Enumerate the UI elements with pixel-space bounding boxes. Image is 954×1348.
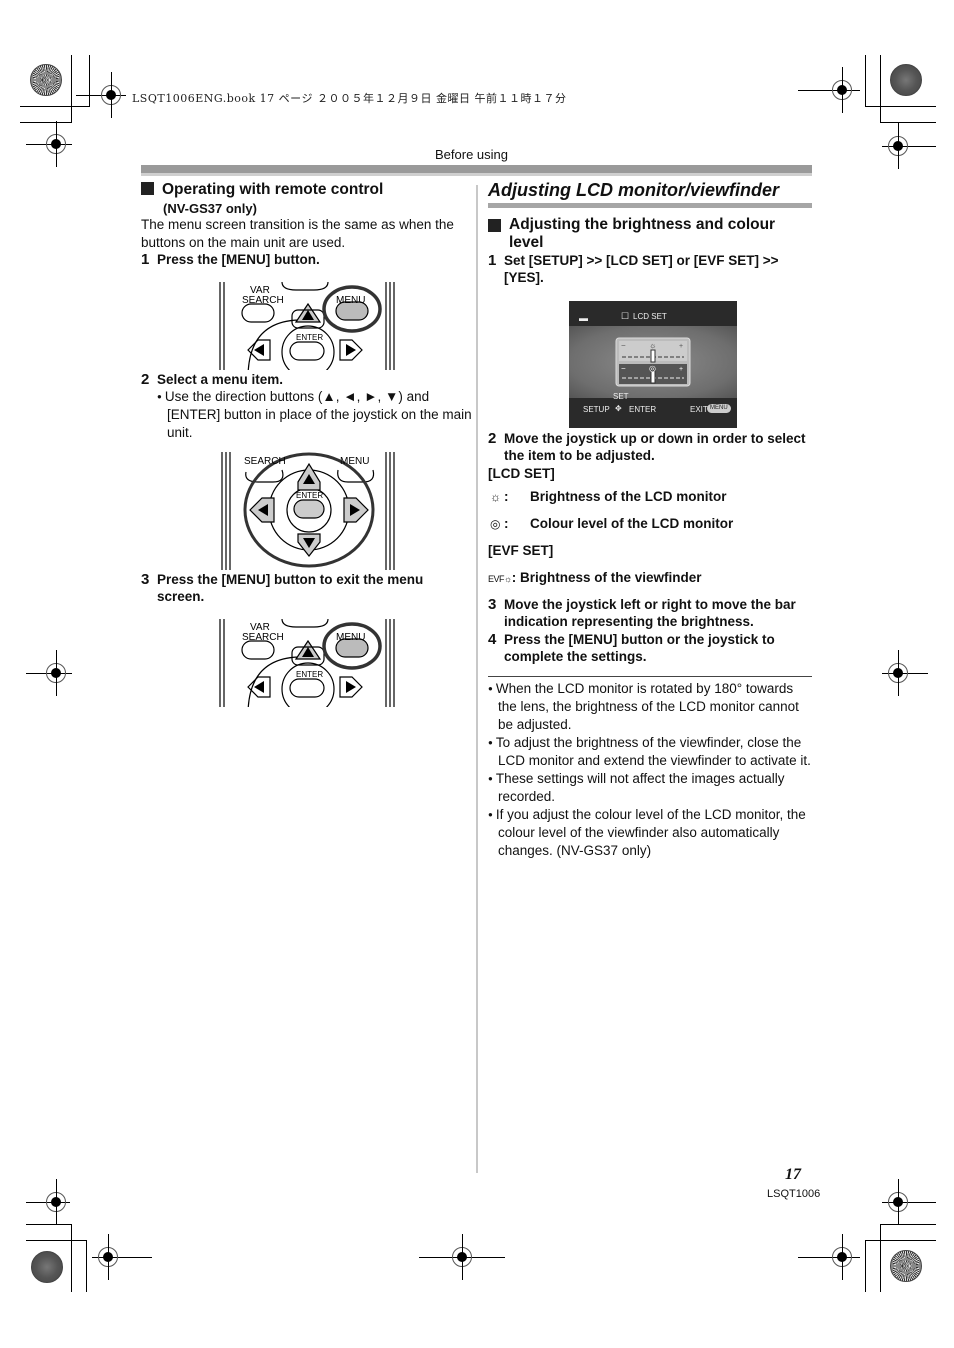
svg-text:MENU: MENU: [340, 456, 369, 467]
search-label: SEARCH: [242, 295, 284, 306]
note-item: If you adjust the colour level of the LC…: [488, 806, 812, 860]
lcd-set-label: SET: [613, 392, 629, 401]
step-1: 1 Press the [MENU] button.: [141, 251, 320, 268]
page-title: Adjusting LCD monitor/viewfinder: [488, 180, 779, 200]
step-2: 2 Move the joystick up or down in order t…: [488, 430, 806, 463]
svg-text:◎: ◎: [649, 364, 656, 373]
registration-mark: [888, 1179, 908, 1225]
joystick-icon: ✥: [615, 404, 622, 413]
lcd-set-item-colour: ◎: Colour level of the LCD monitor: [490, 516, 734, 531]
print-header: LSQT1006ENG.book 17 ページ ２００５年１２月９日 金曜日 午…: [132, 92, 567, 105]
lcd-set-screen: ▬ ☐ LCD SET − + ☼ − + ◎ SET SETUP ✥ ENTE…: [569, 301, 737, 428]
section-square-icon: [141, 182, 154, 195]
intro-text: The menu screen transition is the same a…: [141, 217, 454, 250]
header-bar-accent: [141, 173, 812, 176]
lcd-screen-title: LCD SET: [633, 312, 667, 321]
brightness-slider-thumb: [650, 349, 656, 363]
enter-label: ENTER: [296, 333, 323, 342]
notes-divider: [488, 676, 812, 677]
camera-mode-icon: ▬: [579, 313, 588, 323]
note-item: These settings will not affect the image…: [488, 770, 812, 806]
svg-text:SEARCH: SEARCH: [242, 632, 284, 643]
color-wheel-mark: [890, 64, 922, 96]
column-divider: [476, 185, 478, 1173]
page-number: 17: [785, 1166, 801, 1183]
lcd-set-heading: [LCD SET]: [488, 466, 555, 481]
registration-mark: [46, 650, 66, 696]
registration-mark: [832, 1234, 852, 1280]
note-item: To adjust the brightness of the viewfind…: [488, 734, 812, 770]
document-code: LSQT1006: [767, 1188, 821, 1200]
svg-text:SEARCH: SEARCH: [244, 456, 286, 467]
evf-brightness-icon: EVF☼: [488, 574, 512, 584]
color-wheel-mark: [31, 1251, 63, 1283]
svg-text:MENU: MENU: [336, 632, 365, 643]
registration-mark: [101, 72, 121, 118]
running-head: Before using: [435, 147, 508, 162]
note-item: When the LCD monitor is rotated by 180° …: [488, 680, 812, 734]
right-section-heading: Adjusting the brightness and colour leve…: [488, 216, 808, 252]
svg-text:+: +: [679, 366, 683, 373]
svg-text:−: −: [621, 364, 626, 373]
menu-label: MENU: [336, 295, 365, 306]
color-wheel-mark: [30, 64, 62, 96]
lcd-enter-label: ENTER: [629, 405, 657, 414]
step-2-bullet: Use the direction buttons (▲, ◄, ►, ▼) a…: [157, 388, 477, 442]
menu-badge: MENU: [707, 404, 731, 413]
header-bar: [141, 165, 812, 173]
lcd-preview-area: − + ☼ − + ◎: [569, 326, 737, 398]
step-2: 2 Select a menu item.: [141, 371, 284, 388]
registration-mark: [46, 121, 66, 167]
lcd-set-icon: ☐: [621, 311, 630, 321]
registration-mark: [832, 67, 852, 113]
brightness-icon: ☼: [490, 490, 501, 504]
registration-mark: [888, 650, 908, 696]
registration-mark: [46, 1179, 66, 1225]
colour-level-icon: ◎: [490, 517, 501, 531]
step-3: 3 Move the joystick left or right to move…: [488, 596, 796, 629]
section-square-icon: [488, 219, 501, 232]
section-subtitle: (NV-GS37 only): [163, 201, 257, 216]
registration-mark: [452, 1234, 472, 1280]
lcd-exit-label: EXIT: [690, 405, 708, 414]
section-title: Operating with remote control: [162, 181, 384, 198]
step-1: 1 Set [SETUP] >> [LCD SET] or [EVF SET] >…: [488, 252, 779, 285]
color-wheel-mark: [890, 1250, 922, 1282]
notes-list: When the LCD monitor is rotated by 180° …: [488, 680, 812, 860]
evf-set-item-brightness: EVF☼: Brightness of the viewfinder: [488, 569, 808, 588]
lcd-setup-label: SETUP: [583, 405, 610, 414]
remote-illustration-direction: SEARCH MENU ENTER: [218, 452, 398, 570]
evf-set-heading: [EVF SET]: [488, 543, 554, 558]
svg-text:−: −: [621, 341, 626, 350]
registration-mark: [98, 1234, 118, 1280]
remote-illustration-menu-exit: VAR SEARCH MENU ENTER: [218, 619, 396, 707]
svg-text:ENTER: ENTER: [296, 670, 323, 679]
step-4: 4 Press the [MENU] button or the joystick…: [488, 631, 775, 664]
lcd-set-item-brightness: ☼: Brightness of the LCD monitor: [490, 489, 727, 504]
svg-text:ENTER: ENTER: [296, 491, 323, 500]
registration-mark: [888, 123, 908, 169]
section-title: Adjusting the brightness and colour leve…: [509, 216, 776, 251]
step-3: 3 Press the [MENU] button to exit the men…: [141, 571, 424, 604]
left-section-heading: Operating with remote control: [141, 181, 471, 199]
svg-text:+: +: [679, 343, 683, 350]
title-bar: [488, 203, 812, 208]
remote-illustration-menu: VAR SEARCH MENU ENTER: [218, 282, 396, 370]
svg-text:☼: ☼: [649, 341, 656, 350]
